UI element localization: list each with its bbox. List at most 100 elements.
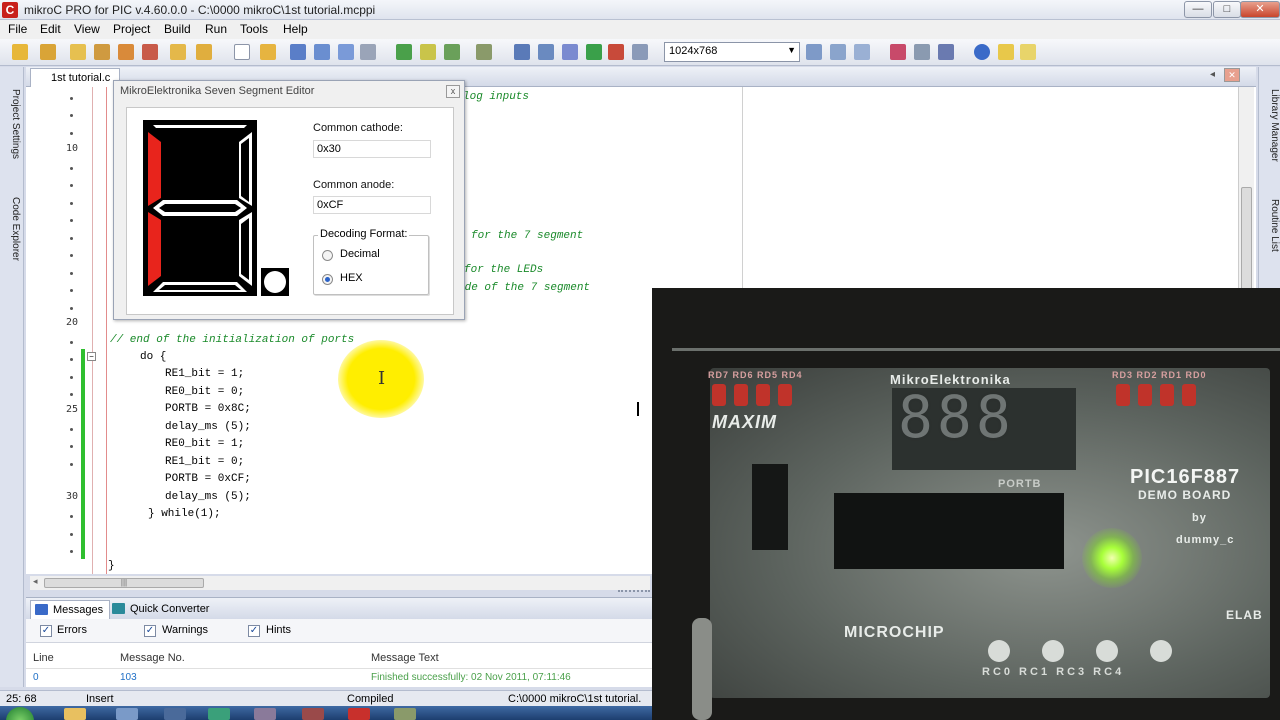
tab-quick-converter[interactable]: Quick Converter: [108, 600, 215, 619]
save-project-icon[interactable]: [70, 44, 86, 60]
scroll-thumb[interactable]: |||: [44, 578, 204, 588]
code-line: delay_ms (5);: [165, 491, 251, 503]
find-icon[interactable]: [998, 44, 1014, 60]
edit-project-icon[interactable]: [118, 44, 134, 60]
menu-tools[interactable]: Tools: [240, 22, 268, 36]
seven-segment-display: [143, 120, 289, 296]
errors-checkbox[interactable]: ✓: [40, 625, 52, 637]
project-folder-icon[interactable]: [196, 44, 212, 60]
menu-file[interactable]: File: [8, 22, 27, 36]
tab-code-explorer[interactable]: Code Explorer: [3, 197, 21, 261]
build-all-icon[interactable]: [420, 44, 436, 60]
app-taskbar-icon[interactable]: [394, 708, 416, 720]
tab-routine-list[interactable]: Routine List: [1262, 199, 1280, 252]
app-taskbar-icon[interactable]: [208, 708, 230, 720]
dialog-close-button[interactable]: x: [446, 85, 460, 98]
segment-e[interactable]: [148, 212, 161, 286]
save-file-icon[interactable]: [290, 44, 306, 60]
app-taskbar-icon[interactable]: [302, 708, 324, 720]
build-program-icon[interactable]: [444, 44, 460, 60]
tab-library-manager[interactable]: Library Manager: [1262, 89, 1280, 162]
warnings-checkbox[interactable]: ✓: [144, 625, 156, 637]
debug-start-icon[interactable]: [514, 44, 530, 60]
menu-help[interactable]: Help: [283, 22, 308, 36]
menu-view[interactable]: View: [74, 22, 100, 36]
tab-1st-tutorial[interactable]: 1st tutorial.c: [30, 68, 120, 87]
close-button[interactable]: ✕: [1240, 1, 1280, 18]
decimal-radio[interactable]: [322, 250, 333, 261]
options-icon[interactable]: [1020, 44, 1036, 60]
code-line: } while(1);: [148, 508, 221, 520]
hex-radio-label: HEX: [340, 272, 363, 284]
maximize-button[interactable]: □: [1213, 1, 1241, 18]
ascii-chart-icon[interactable]: [890, 44, 906, 60]
menu-bar: File Edit View Project Build Run Tools H…: [0, 20, 1280, 39]
message-no-cell[interactable]: 103: [120, 672, 137, 683]
step-over-icon[interactable]: [562, 44, 578, 60]
tile-vertical-icon[interactable]: [830, 44, 846, 60]
menu-run[interactable]: Run: [205, 22, 227, 36]
save-all-icon[interactable]: [314, 44, 330, 60]
fold-toggle-icon[interactable]: −: [87, 352, 96, 361]
open-file-icon[interactable]: [260, 44, 276, 60]
hints-checkbox[interactable]: ✓: [248, 625, 260, 637]
column-header-message-text[interactable]: Message Text: [371, 652, 439, 664]
cascade-icon[interactable]: [854, 44, 870, 60]
button-rc0: [988, 640, 1010, 662]
save-as-icon[interactable]: [338, 44, 354, 60]
led-rd3: [1116, 384, 1130, 406]
debug-step-icon[interactable]: [538, 44, 554, 60]
decimal-radio-label: Decimal: [340, 248, 380, 260]
app-taskbar-icon[interactable]: [254, 708, 276, 720]
programmer-icon[interactable]: [476, 44, 492, 60]
minimize-button[interactable]: —: [1184, 1, 1212, 18]
app-taskbar-icon[interactable]: [164, 708, 186, 720]
menu-build[interactable]: Build: [164, 22, 191, 36]
seven-segment-icon[interactable]: [938, 44, 954, 60]
start-icon[interactable]: [6, 707, 34, 720]
tab-messages[interactable]: Messages: [30, 600, 111, 619]
row-divider: [26, 668, 654, 669]
ibeam-cursor-icon: I: [378, 368, 386, 389]
close-project-icon[interactable]: [94, 44, 110, 60]
open-project-icon[interactable]: [40, 44, 56, 60]
watch-icon[interactable]: [632, 44, 648, 60]
panel-splitter[interactable]: [618, 590, 650, 596]
tile-horizontal-icon[interactable]: [806, 44, 822, 60]
segment-f[interactable]: [148, 132, 161, 206]
close-tab-icon[interactable]: ✕: [1224, 68, 1240, 82]
build-icon[interactable]: [396, 44, 412, 60]
new-file-icon[interactable]: [234, 44, 250, 60]
anode-field[interactable]: 0xCF: [313, 196, 431, 214]
tab-project-settings[interactable]: Project Settings: [3, 89, 21, 159]
code-line: RE0_bit = 1;: [165, 438, 245, 450]
line-dot: [70, 114, 73, 117]
new-project-icon[interactable]: [12, 44, 28, 60]
print-icon[interactable]: [360, 44, 376, 60]
add-file-icon[interactable]: [170, 44, 186, 60]
editor-horizontal-scrollbar[interactable]: ◂ |||: [30, 576, 650, 590]
mikroc-taskbar-icon[interactable]: [348, 708, 370, 720]
message-line-cell[interactable]: 0: [33, 672, 39, 683]
scroll-left-icon[interactable]: ◂: [33, 576, 38, 587]
menu-project[interactable]: Project: [113, 22, 150, 36]
cathode-field[interactable]: 0x30: [313, 140, 431, 158]
column-header-line[interactable]: Line: [33, 652, 54, 664]
line-dot: [70, 219, 73, 222]
usart-terminal-icon[interactable]: [914, 44, 930, 60]
step-into-icon[interactable]: [586, 44, 602, 60]
resolution-select[interactable]: 1024x768 ▼: [664, 42, 800, 62]
explorer-taskbar-icon[interactable]: [64, 708, 86, 720]
app-taskbar-icon[interactable]: [116, 708, 138, 720]
stop-debug-icon[interactable]: [608, 44, 624, 60]
help-icon[interactable]: [974, 44, 990, 60]
chevron-left-icon[interactable]: ◂: [1210, 69, 1215, 80]
column-header-message-no[interactable]: Message No.: [120, 652, 185, 664]
menu-edit[interactable]: Edit: [40, 22, 61, 36]
segment-dp[interactable]: [264, 271, 286, 293]
message-text-cell[interactable]: Finished successfully: 02 Nov 2011, 07:1…: [371, 672, 571, 683]
hex-radio[interactable]: [322, 274, 333, 285]
line-dot: [70, 358, 73, 361]
remove-file-icon[interactable]: [142, 44, 158, 60]
portb-label: PORTB: [998, 478, 1042, 490]
